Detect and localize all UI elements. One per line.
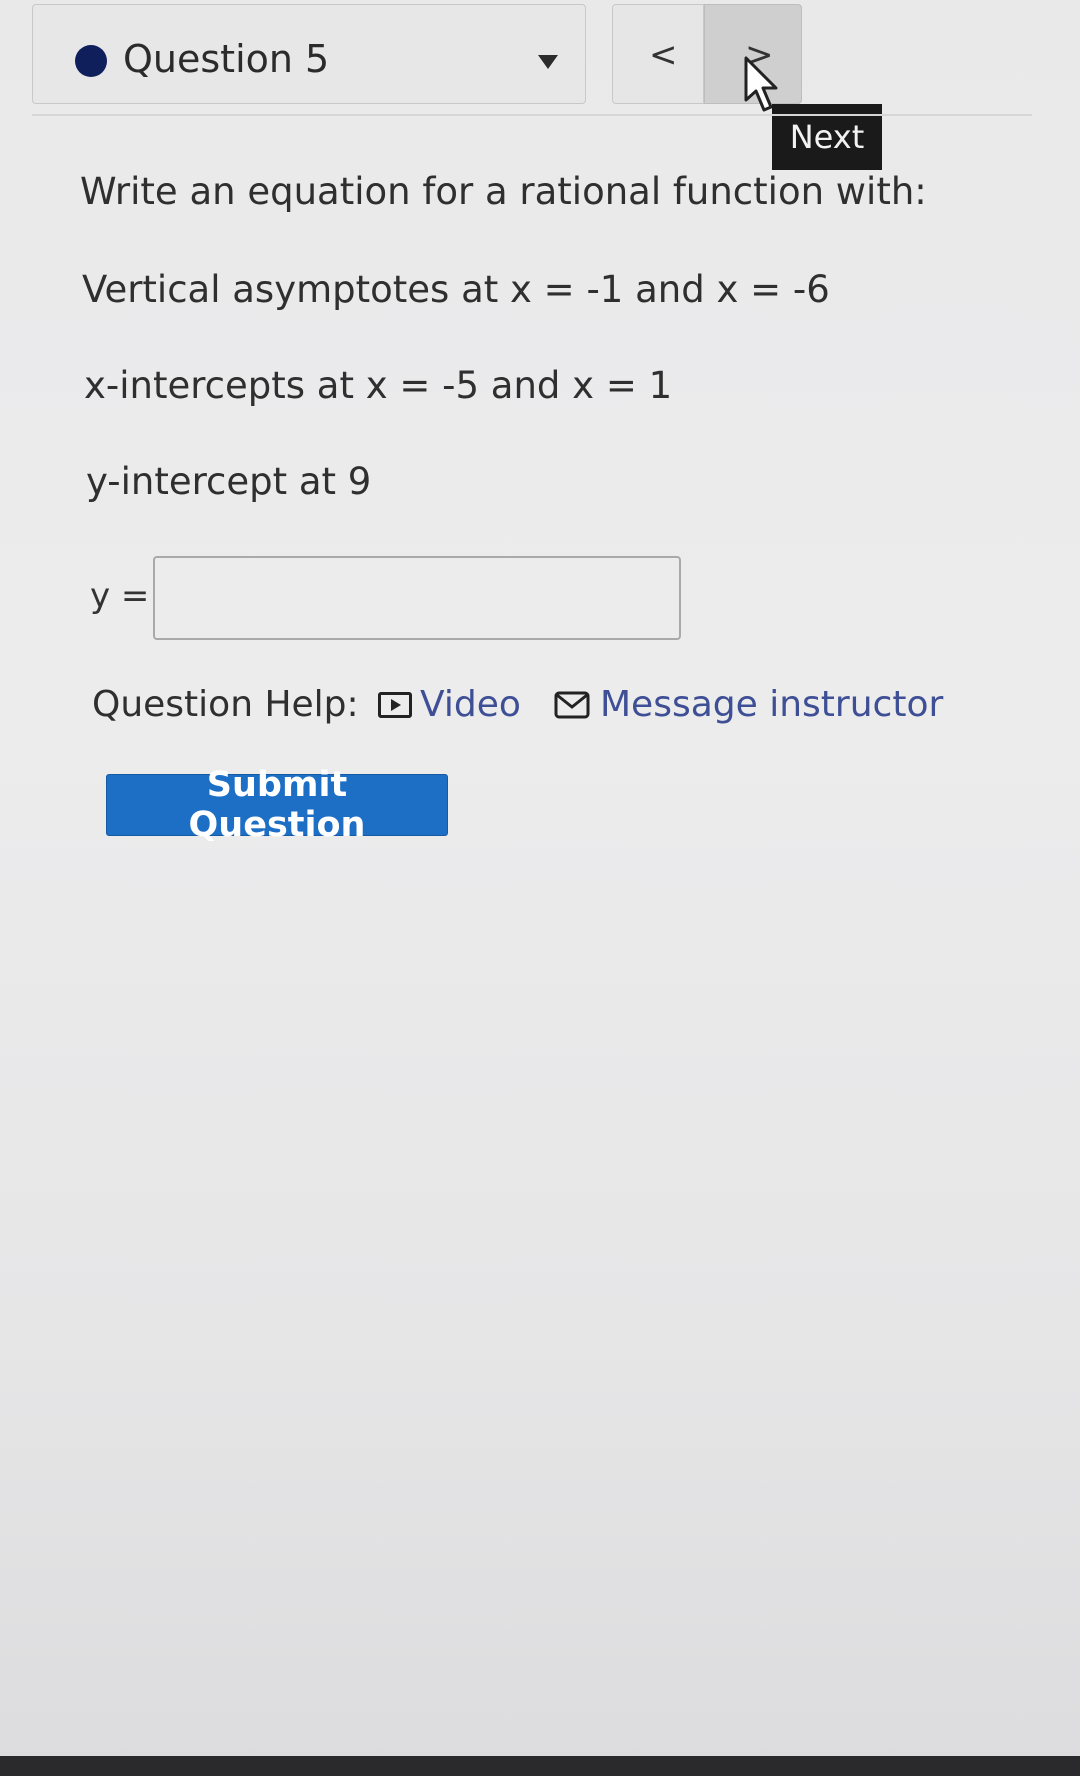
previous-question-button[interactable]: < (612, 4, 704, 104)
monitor-bezel (0, 1756, 1080, 1776)
question-label: Question 5 (123, 37, 330, 81)
header-divider (32, 114, 1032, 116)
question-selector[interactable]: Question 5 (32, 4, 586, 104)
video-play-icon (378, 691, 412, 718)
question-prompt: Write an equation for a rational functio… (80, 170, 927, 213)
dropdown-arrow-icon (538, 55, 558, 69)
video-link-label: Video (420, 684, 521, 725)
video-link[interactable]: Video (378, 684, 521, 725)
status-dot-icon (75, 45, 107, 77)
condition-vertical-asymptotes: Vertical asymptotes at x = -1 and x = -6 (82, 268, 830, 311)
envelope-icon (554, 691, 590, 718)
submit-question-button[interactable]: Submit Question (106, 765, 448, 845)
question-help-label: Question Help: (92, 684, 359, 725)
chevron-left-icon: < (649, 35, 678, 75)
message-instructor-link[interactable]: Message instructor (554, 684, 943, 725)
message-instructor-label: Message instructor (600, 684, 944, 725)
condition-x-intercepts: x-intercepts at x = -5 and x = 1 (84, 364, 673, 407)
condition-y-intercept: y-intercept at 9 (86, 460, 372, 503)
answer-label: y = (90, 576, 150, 616)
answer-input[interactable] (153, 556, 681, 640)
